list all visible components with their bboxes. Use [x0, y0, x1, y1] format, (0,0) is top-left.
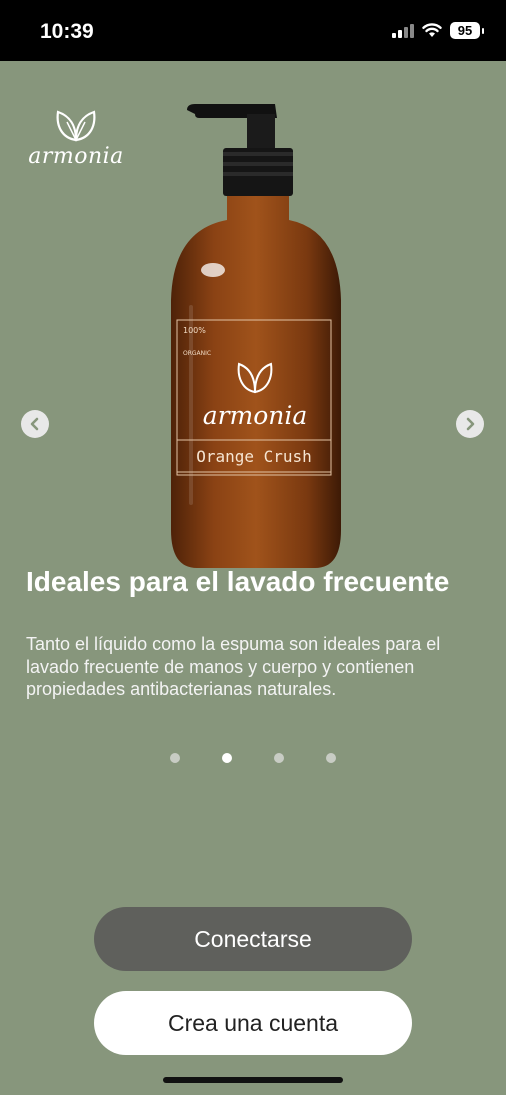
label-badge-1: 100% [183, 326, 206, 335]
status-bar: 10:39 95 [0, 0, 506, 61]
product-brand-text: armonia [203, 401, 308, 430]
page-indicator [170, 753, 340, 763]
product-name-text: Orange Crush [196, 447, 312, 466]
leaf-logo-icon [56, 110, 96, 142]
next-slide-button[interactable] [456, 410, 484, 438]
label-badge-2: ORGANIC [183, 350, 211, 357]
battery-level: 95 [450, 22, 484, 39]
page-dot[interactable] [326, 753, 336, 763]
brand-logo-text: armonia [28, 144, 124, 169]
home-indicator[interactable] [163, 1077, 343, 1083]
cellular-signal-icon [392, 23, 414, 38]
page-dot[interactable] [274, 753, 284, 763]
status-icons: 95 [392, 22, 484, 39]
status-time: 10:39 [40, 20, 94, 43]
slide-title: Ideales para el lavado frecuente [26, 566, 450, 597]
slide-description: Tanto el líquido como la espuma son idea… [26, 634, 441, 699]
page-dot[interactable] [170, 753, 180, 763]
chevron-left-icon [30, 417, 39, 431]
connect-button[interactable]: Conectarse [94, 907, 412, 971]
create-account-button[interactable]: Crea una cuenta [94, 991, 412, 1055]
chevron-right-icon [466, 417, 475, 431]
previous-slide-button[interactable] [21, 410, 49, 438]
brand-logo: armonia [26, 108, 126, 170]
product-bottle-image: 100% ORGANIC armonia Orange Crush [171, 104, 341, 568]
wifi-icon [422, 23, 442, 37]
page-dot-active[interactable] [222, 753, 232, 763]
